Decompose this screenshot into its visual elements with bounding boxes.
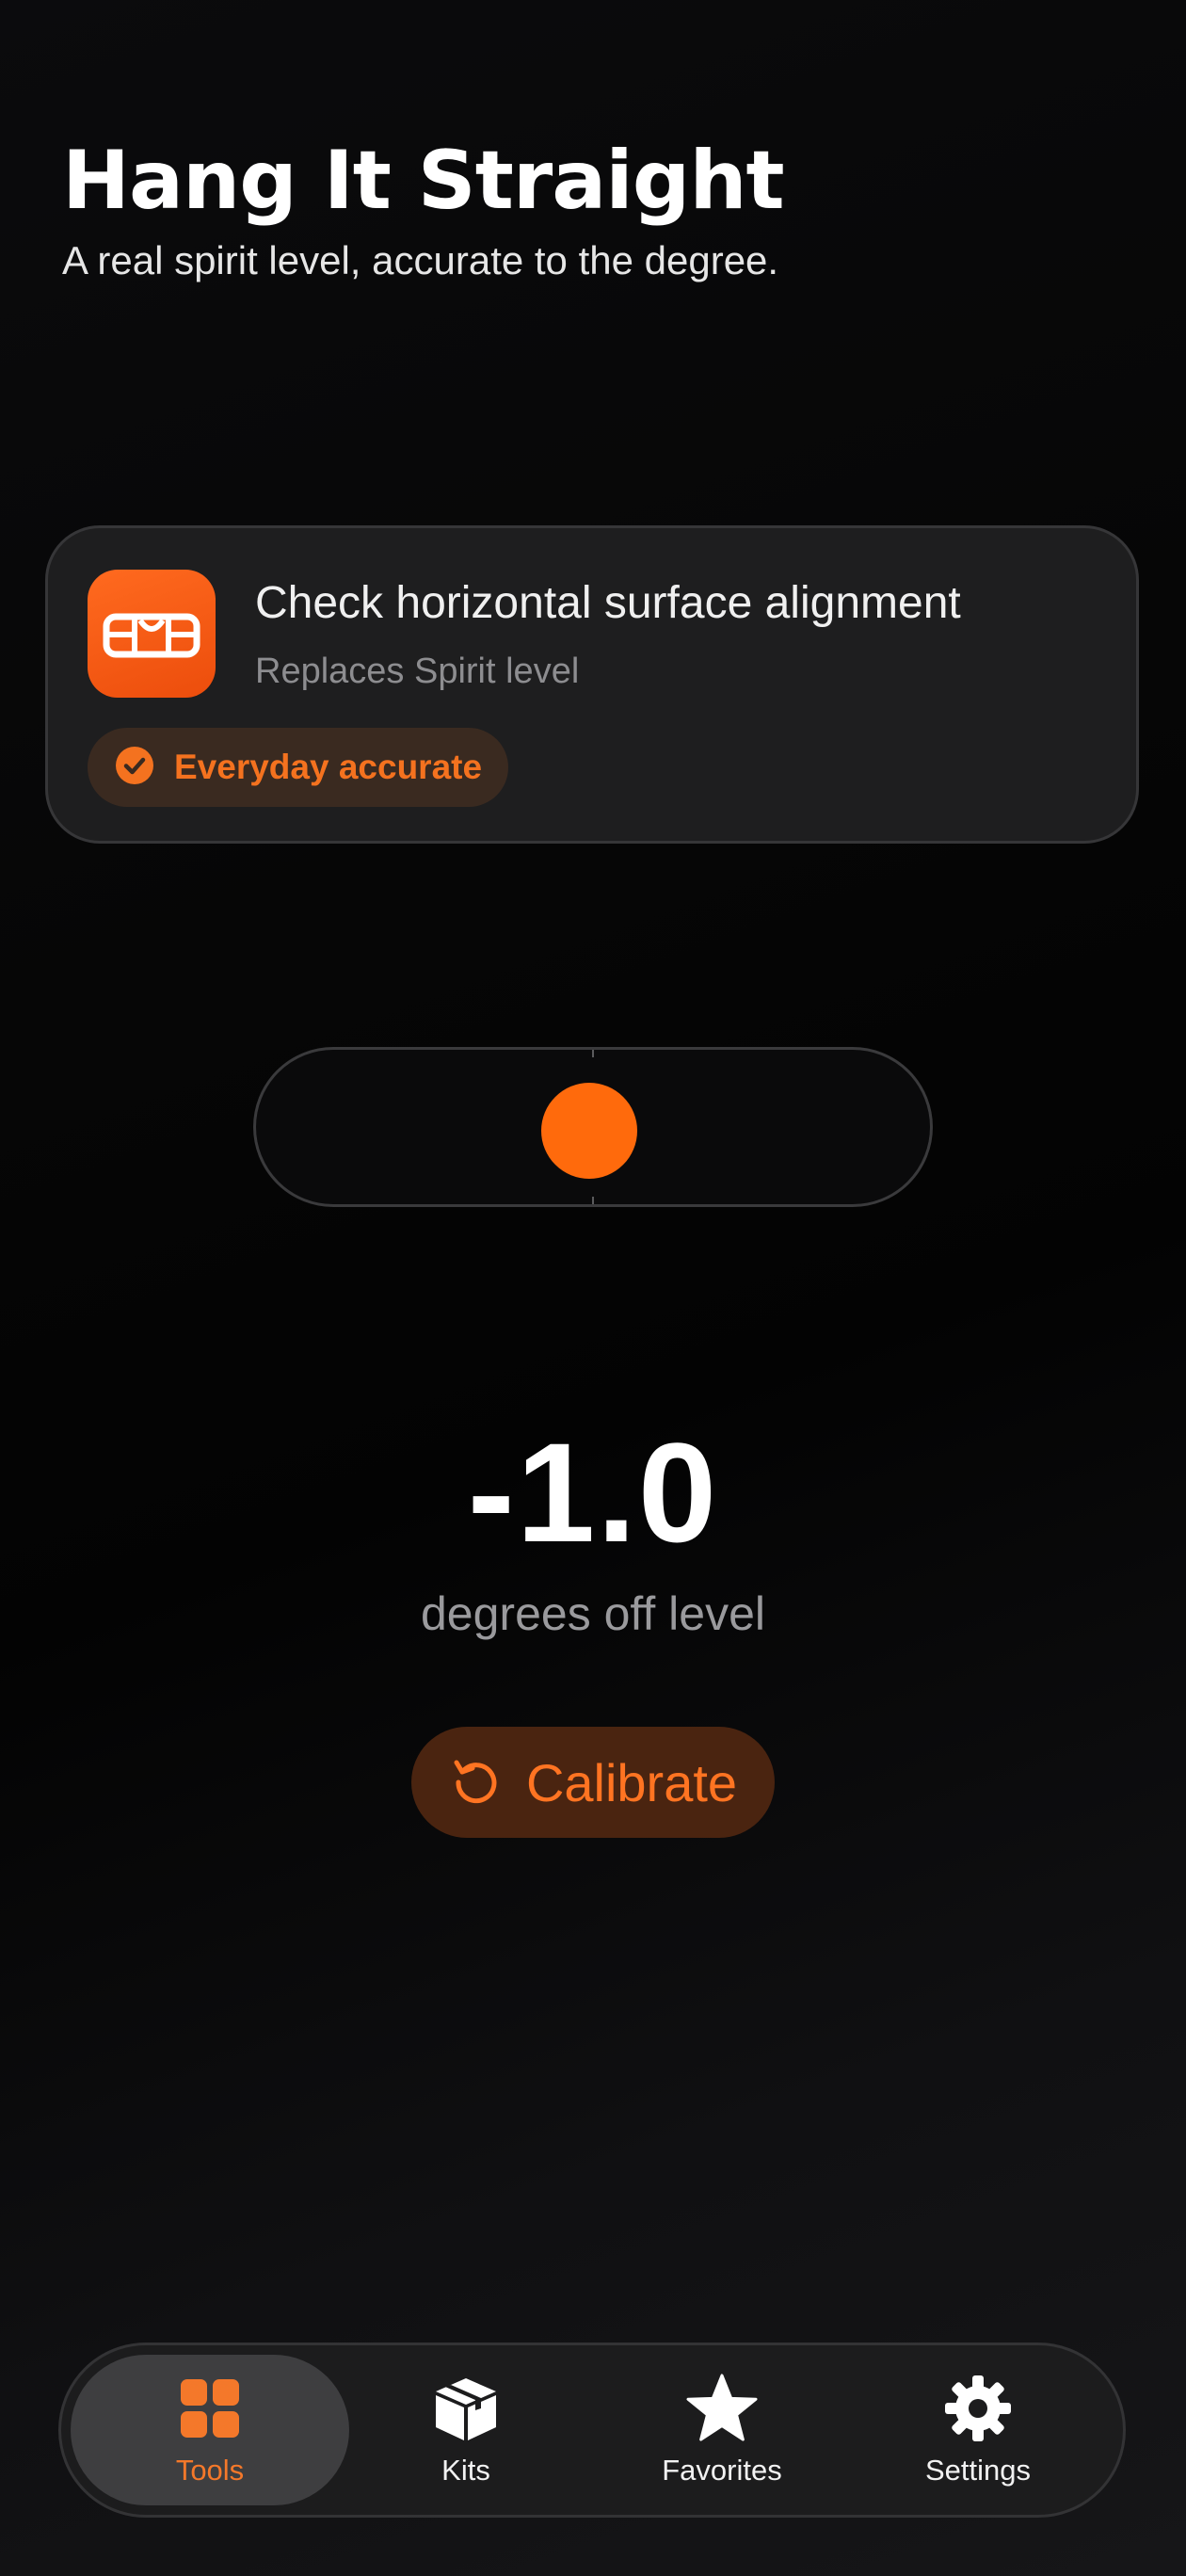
degrees-reading: -1.0 — [467, 1413, 719, 1571]
accuracy-badge: Everyday accurate — [88, 728, 509, 807]
accuracy-badge-label: Everyday accurate — [174, 748, 483, 786]
center-tick-bottom — [592, 1197, 594, 1204]
box-icon — [430, 2373, 502, 2444]
level-tube — [253, 1047, 933, 1207]
check-circle-icon — [114, 745, 155, 791]
spirit-level-icon — [88, 570, 216, 698]
page-subtitle: A real spirit level, accurate to the deg… — [62, 238, 779, 282]
tab-kits[interactable]: Kits — [327, 2355, 605, 2505]
page-title: Hang It Straight — [62, 134, 785, 228]
center-tick-top — [592, 1050, 594, 1057]
degrees-unit-label: degrees off level — [421, 1587, 765, 1640]
tool-card-title: Check horizontal surface alignment — [255, 578, 961, 628]
tab-favorites[interactable]: Favorites — [583, 2355, 861, 2505]
tab-settings[interactable]: Settings — [839, 2355, 1117, 2505]
tool-card[interactable]: Check horizontal surface alignment Repla… — [45, 525, 1139, 844]
page-header: Hang It Straight A real spirit level, ac… — [62, 132, 1126, 286]
grid-icon — [174, 2373, 246, 2444]
calibrate-button[interactable]: Calibrate — [411, 1727, 775, 1838]
tab-tools[interactable]: Tools — [71, 2355, 349, 2505]
tool-card-replaces: Replaces Spirit level — [255, 652, 580, 691]
tab-kits-label: Kits — [441, 2454, 490, 2487]
level-bubble — [541, 1083, 637, 1179]
tab-tools-label: Tools — [175, 2454, 245, 2487]
tab-bar: Tools Kits Favorites Settings — [58, 2343, 1126, 2518]
gear-icon — [942, 2373, 1014, 2444]
rotate-ccw-icon — [449, 1753, 504, 1812]
tab-favorites-label: Favorites — [662, 2454, 782, 2487]
calibrate-button-label: Calibrate — [525, 1752, 738, 1812]
star-icon — [686, 2373, 758, 2444]
tab-settings-label: Settings — [924, 2454, 1031, 2487]
